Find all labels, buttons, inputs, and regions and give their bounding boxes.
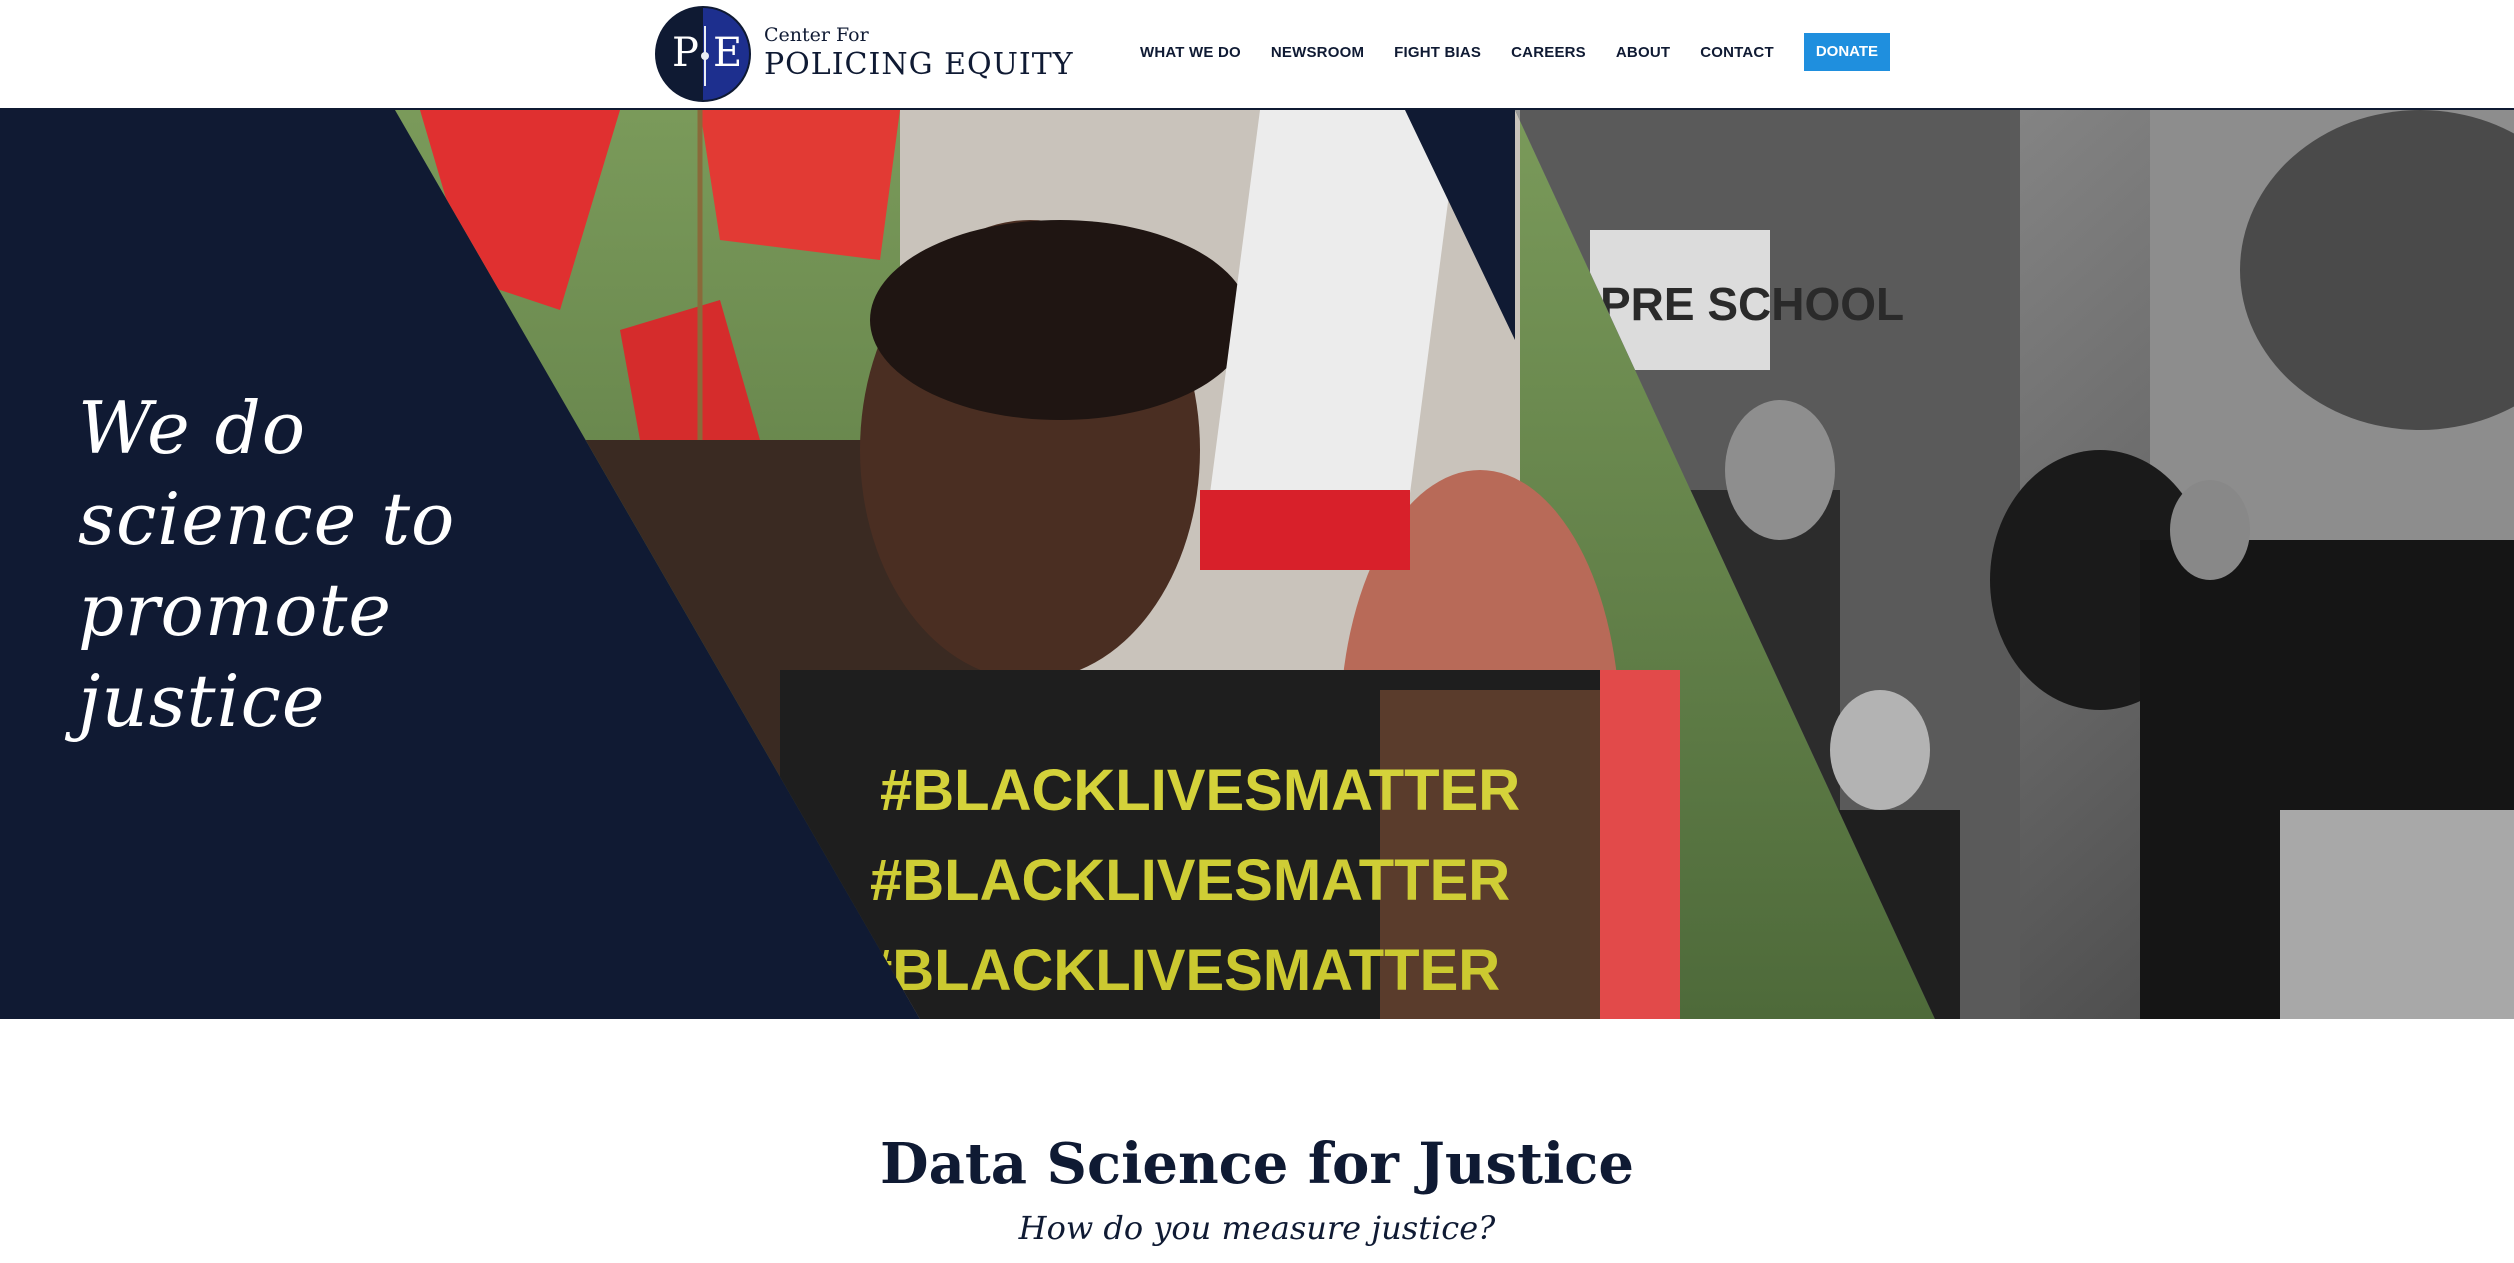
svg-text:#BLACKLIVESMATTER: #BLACKLIVESMATTER [860,938,1500,1003]
svg-text:#BLACKLIVESMATTER: #BLACKLIVESMATTER [870,848,1510,913]
nav-about[interactable]: ABOUT [1616,44,1670,61]
main-nav: WHAT WE DO NEWSROOM FIGHT BIAS CAREERS A… [1140,33,1891,71]
logo-name-big: POLICING EQUITY [764,47,1074,82]
logo-name-small: Center For [764,24,869,46]
logo-letter-e: E [713,30,743,76]
site-header: P E Center For POLICING EQUITY WHAT WE D… [0,0,2514,110]
section-subtitle: How do you measure justice? [1018,1209,1496,1247]
logo-letter-p: P [672,30,699,76]
logo-wordmark: Center For POLICING EQUITY [764,24,1074,84]
nav-what-we-do[interactable]: WHAT WE DO [1140,44,1241,61]
nav-careers[interactable]: CAREERS [1511,44,1586,61]
pe-monogram-logo-icon: P E [655,6,751,102]
storefront-sign: PRE SCHOOL [1600,278,1904,330]
hero-title: We do science to promote justice [78,386,456,743]
intro-section: Data Science for Justice How do you meas… [0,1019,2514,1263]
hero-banner: #BLACKLIVESMATTER #BLACKLIVESMATTER #BLA… [0,110,2514,1019]
nav-contact[interactable]: CONTACT [1700,44,1774,61]
nav-newsroom[interactable]: NEWSROOM [1271,44,1364,61]
nav-fight-bias[interactable]: FIGHT BIAS [1394,44,1481,61]
section-title: Data Science for Justice [880,1131,1634,1197]
site-logo[interactable]: P E Center For POLICING EQUITY [655,4,1074,104]
shirt-slogan: #BLACKLIVESMATTER [880,758,1520,823]
donate-button[interactable]: DONATE [1803,33,1891,71]
